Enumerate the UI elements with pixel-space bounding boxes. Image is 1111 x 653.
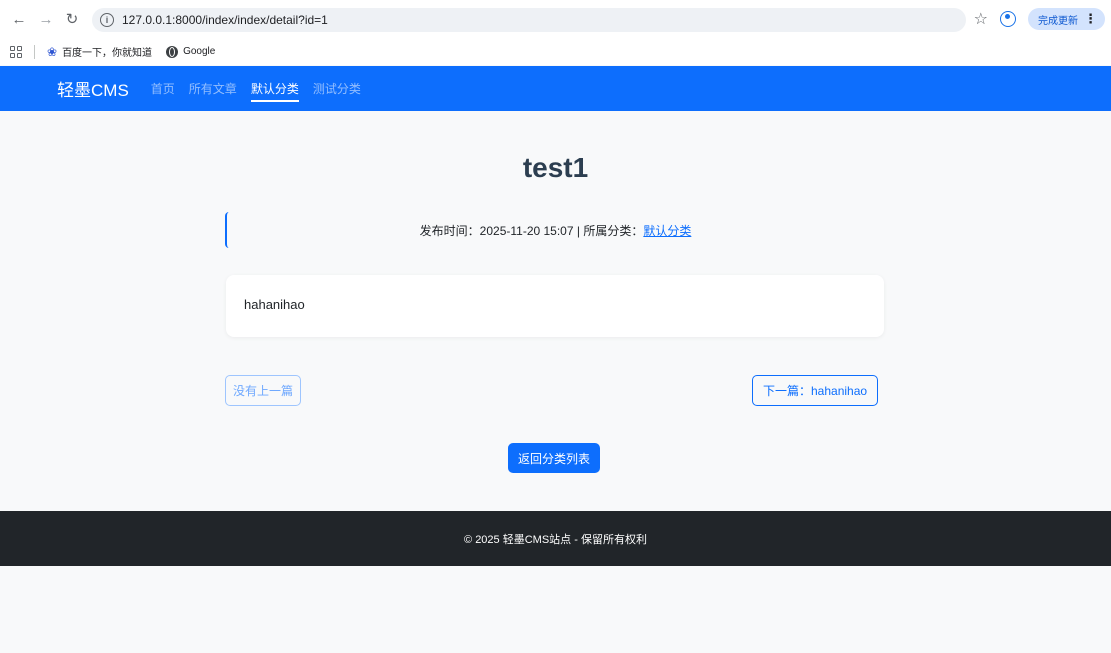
- bookmark-star-icon[interactable]: ☆: [974, 9, 988, 29]
- globe-icon: [166, 45, 179, 58]
- meta-category-label: | 所属分类：: [573, 224, 644, 238]
- back-to-list-button[interactable]: 返回分类列表: [508, 443, 601, 473]
- nav-link-test-category[interactable]: 测试分类: [313, 66, 361, 111]
- bookmark-baidu[interactable]: ❀ 百度一下，你就知道: [47, 44, 153, 60]
- browser-toolbar: ← → ↻ i 127.0.0.1:8000/index/index/detai…: [0, 0, 1111, 38]
- site-navbar: 轻墨CMS 首页 所有文章 默认分类 测试分类: [0, 66, 1111, 111]
- nav-link-default-category[interactable]: 默认分类: [250, 66, 299, 111]
- site-brand[interactable]: 轻墨CMS: [57, 76, 129, 101]
- site-info-icon[interactable]: i: [100, 13, 114, 27]
- nav-link-home[interactable]: 首页: [151, 66, 175, 111]
- next-article-button[interactable]: 下一篇：hahanihao: [752, 375, 879, 406]
- meta-date: 2025-11-20 15:07: [479, 224, 574, 238]
- category-link[interactable]: 默认分类: [643, 224, 691, 238]
- footer-text: © 2025 轻墨CMS站点 - 保留所有权利: [464, 533, 647, 546]
- meta-date-label: 发布时间：: [419, 224, 480, 238]
- nav-link-all-articles[interactable]: 所有文章: [189, 66, 237, 111]
- reload-icon[interactable]: ↻: [62, 9, 82, 29]
- forward-arrow-icon[interactable]: →: [36, 9, 56, 29]
- update-label: 完成更新: [1038, 15, 1078, 27]
- prev-article-button[interactable]: 没有上一篇: [225, 375, 302, 406]
- more-menu-icon[interactable]: ⋮: [1084, 11, 1097, 27]
- address-bar[interactable]: i 127.0.0.1:8000/index/index/detail?id=1: [92, 8, 966, 32]
- article-body: hahanihao: [226, 275, 884, 337]
- update-button[interactable]: 完成更新 ⋮: [1028, 8, 1105, 30]
- bookmarks-divider: [34, 44, 35, 59]
- bookmark-google[interactable]: Google: [166, 45, 216, 58]
- article-title: test1: [522, 152, 589, 183]
- bookmark-label: 百度一下，你就知道: [62, 48, 153, 59]
- profile-icon[interactable]: [1000, 11, 1016, 27]
- bookmark-label: Google: [183, 46, 216, 57]
- back-arrow-icon[interactable]: ←: [9, 9, 29, 29]
- paw-icon: ❀: [47, 44, 58, 59]
- article-meta: 发布时间：2025-11-20 15:07 | 所属分类：默认分类: [0, 222, 1111, 239]
- url-text: 127.0.0.1:8000/index/index/detail?id=1: [122, 13, 328, 27]
- apps-grid-icon[interactable]: [10, 45, 22, 58]
- article-body-text: hahanihao: [244, 297, 305, 312]
- site-footer: © 2025 轻墨CMS站点 - 保留所有权利: [0, 511, 1111, 566]
- bookmarks-bar: ❀ 百度一下，你就知道 Google: [0, 38, 1111, 65]
